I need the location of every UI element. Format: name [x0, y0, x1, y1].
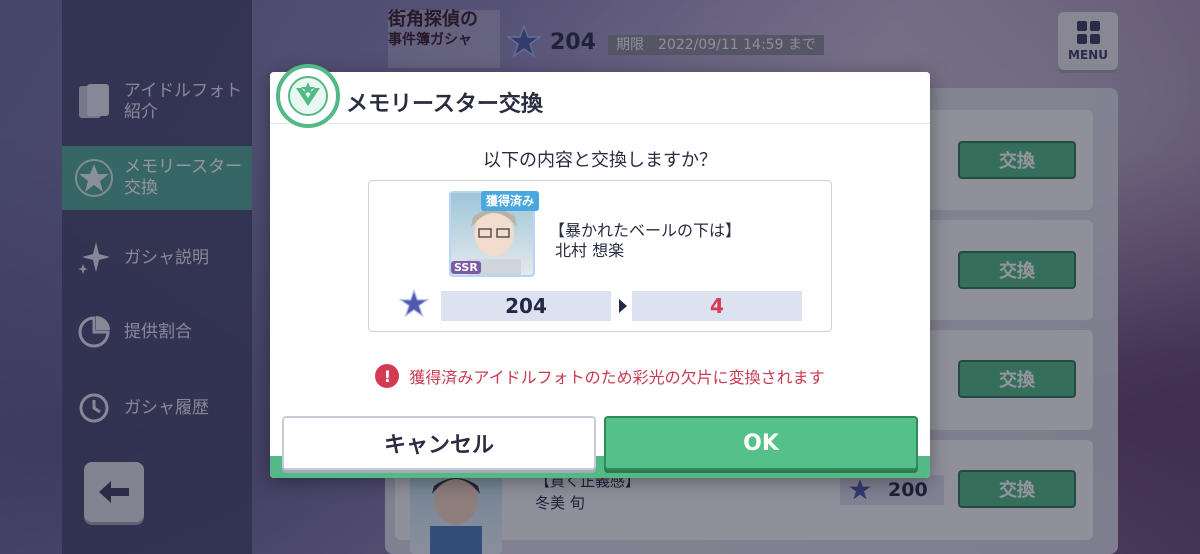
confirm-question: 以下の内容と交換しますか？ — [483, 150, 717, 171]
warning-message: ! 獲得済みアイドルフォトのため彩光の欠片に変換されます — [270, 364, 930, 388]
rarity-badge: SSR — [451, 261, 481, 274]
stars-before: 204 — [441, 291, 611, 321]
dialog-footer: キャンセル OK — [270, 410, 930, 478]
exchange-card-box: 獲得済み SSR 【暴かれたベールの下は】 北村 想楽 204 4 — [368, 180, 832, 332]
ok-button[interactable]: OK — [604, 416, 918, 470]
cancel-button[interactable]: キャンセル — [282, 416, 596, 470]
idol-name: 北村 想楽 — [555, 241, 625, 260]
dialog-body: 以下の内容と交換しますか？ 獲得済み SSR 【暴かれたベールの下は】 北村 想… — [270, 124, 930, 410]
memory-star-icon — [399, 289, 429, 318]
exchange-dialog: メモリースター交換 以下の内容と交換しますか？ 獲得済み SSR 【暴かれたベー… — [270, 72, 930, 478]
stars-after: 4 — [632, 291, 802, 321]
arrow-right-icon — [619, 299, 627, 313]
memory-star-emblem-icon — [276, 64, 340, 128]
dialog-header: メモリースター交換 — [270, 72, 930, 124]
obtained-badge: 獲得済み — [481, 191, 540, 211]
warning-text: 獲得済みアイドルフォトのため彩光の欠片に変換されます — [409, 368, 825, 387]
dialog-title: メモリースター交換 — [346, 92, 543, 117]
exclamation-icon: ! — [375, 364, 400, 388]
